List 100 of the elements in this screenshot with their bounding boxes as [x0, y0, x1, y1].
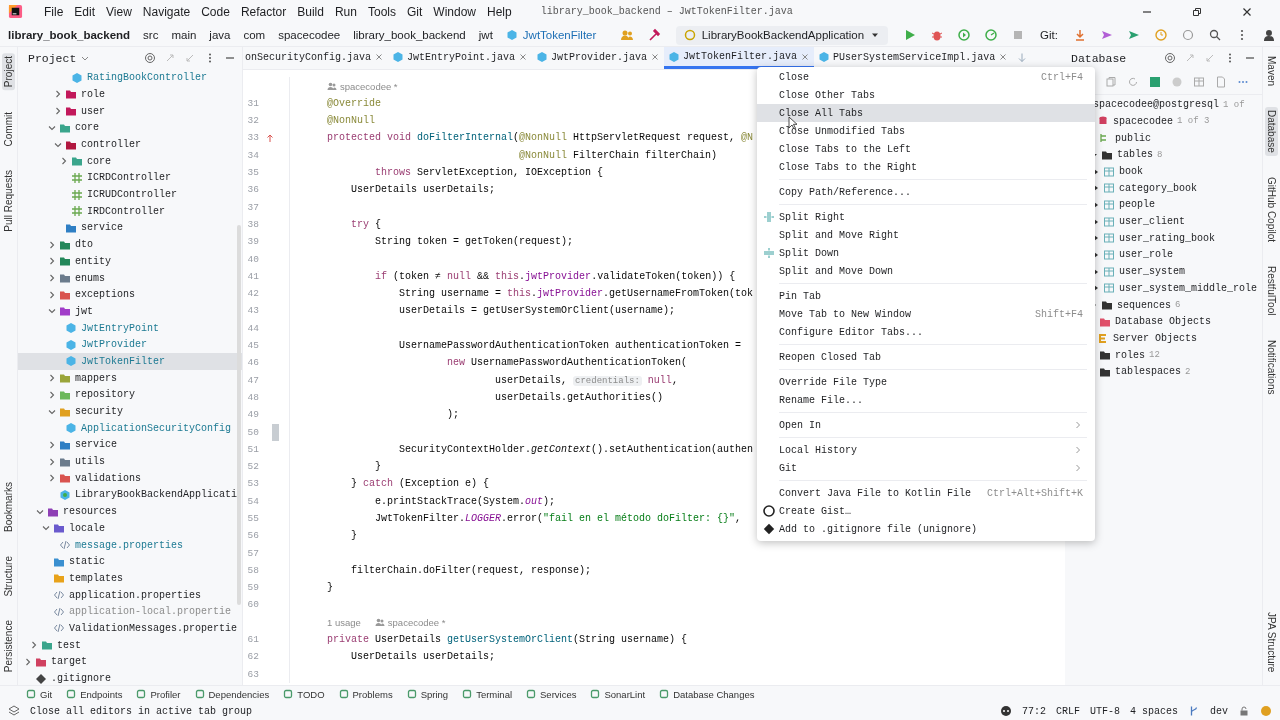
tree-item[interactable]: controller	[18, 136, 242, 153]
tool-window-button[interactable]: Git	[26, 688, 53, 700]
tool-window-button[interactable]: Terminal	[462, 688, 513, 700]
tool-window-tab[interactable]: Database	[1265, 107, 1278, 157]
menu-item[interactable]: Run	[334, 4, 357, 19]
tree-item[interactable]: target	[18, 653, 242, 671]
tree-item[interactable]: application.properties	[18, 586, 242, 604]
menu-item[interactable]: File	[44, 4, 64, 19]
menu-item[interactable]: Edit	[74, 4, 96, 19]
menu-item[interactable]: View	[106, 4, 132, 19]
indent-setting[interactable]: 4 spaces	[1129, 705, 1178, 717]
breadcrumb[interactable]: library_book_backend	[8, 29, 131, 42]
menu-item[interactable]: Tools	[367, 4, 396, 19]
tool-window-tab[interactable]: RestfulTool	[1265, 263, 1278, 319]
breadcrumb[interactable]: jwt	[478, 29, 493, 42]
tree-item[interactable]: utils	[18, 453, 242, 470]
tool-window-tab[interactable]: Project	[2, 53, 15, 91]
editor-tab[interactable]: onSecurityConfig.java	[243, 47, 389, 70]
tree-item[interactable]: resources	[18, 503, 242, 520]
tree-item[interactable]: LibraryBookBackendApplicati	[18, 486, 242, 504]
tab-label[interactable]: onSecurityConfig.java	[245, 51, 372, 63]
tree-item[interactable]: service	[18, 436, 242, 454]
tree-item[interactable]: core	[18, 152, 242, 170]
tree-item[interactable]: ICRUDController	[18, 186, 242, 203]
menu-item[interactable]: Window	[433, 4, 476, 19]
tool-window-tab[interactable]: Persistence	[2, 617, 15, 676]
menu-item[interactable]: Create Gist…	[757, 502, 1095, 520]
tree-item[interactable]: RatingBookController	[18, 69, 242, 87]
tool-window-button[interactable]: Problems	[338, 688, 393, 700]
menu-item[interactable]: Add to .gitignore file (unignore)	[757, 520, 1095, 538]
tree-item[interactable]: mappers	[18, 369, 242, 387]
tree-item[interactable]: security	[18, 403, 242, 420]
tree-item[interactable]: test	[18, 636, 242, 654]
menu-item[interactable]: Close All Tabs	[757, 104, 1095, 122]
tree-item[interactable]: validations	[18, 469, 242, 487]
tool-window-tab[interactable]: JPA Structure	[1265, 609, 1278, 676]
editor-tab[interactable]: PUserSystemServiceImpl.java	[814, 47, 1013, 70]
tree-item[interactable]: templates	[18, 570, 242, 587]
tool-window-tab[interactable]: Commit	[2, 108, 15, 149]
menu-item[interactable]: Open In	[757, 416, 1095, 434]
menu-item[interactable]: Build	[297, 4, 324, 19]
author-hint[interactable]: spacecodee *	[387, 616, 446, 628]
tree-item[interactable]: dto	[18, 236, 242, 253]
tree-item[interactable]: repository	[18, 386, 242, 404]
editor-tab[interactable]: JwtTokenFilter.java	[664, 47, 815, 70]
tree-item[interactable]: entity	[18, 253, 242, 270]
tree-item[interactable]: service	[18, 219, 242, 237]
panel-title[interactable]: Project	[28, 51, 91, 65]
tool-window-button[interactable]: Database Changes	[659, 688, 755, 700]
tool-window-tab[interactable]: Maven	[1265, 53, 1278, 90]
menu-item[interactable]: Convert Java File to Kotlin File Ctrl+Alt+Shift+K	[757, 484, 1095, 502]
tool-window-tab[interactable]: Notifications	[1265, 336, 1278, 398]
tree-item[interactable]: exceptions	[18, 286, 242, 304]
tree-item[interactable]: message.properties	[18, 536, 242, 554]
tool-window-button[interactable]: Services	[526, 688, 577, 700]
tool-window-button[interactable]: Endpoints	[66, 688, 123, 700]
caret-position[interactable]: 77:2	[1021, 705, 1046, 717]
tab-label[interactable]: PUserSystemServiceImpl.java	[833, 51, 996, 63]
author-hint[interactable]: spacecodee *	[340, 80, 398, 92]
menu-item[interactable]: Refactor	[240, 4, 287, 19]
tab-label[interactable]: JwtProvider.java	[551, 51, 648, 63]
breadcrumb[interactable]: library_book_backend	[353, 29, 466, 42]
menu-item[interactable]: Navigate	[142, 4, 191, 19]
menu-item[interactable]: Git	[406, 4, 423, 19]
tool-window-tab[interactable]: Structure	[2, 552, 15, 600]
tool-window-button[interactable]: Spring	[406, 688, 449, 700]
tool-window-button[interactable]: Profiler	[136, 688, 181, 700]
tree-item[interactable]: role	[18, 86, 242, 103]
menu-item[interactable]: Git	[757, 459, 1095, 477]
breadcrumb[interactable]: com	[243, 29, 266, 42]
line-separator[interactable]: CRLF	[1055, 705, 1080, 717]
tree-item[interactable]: JwtTokenFilter	[18, 353, 242, 370]
tree-item[interactable]: static	[18, 553, 242, 571]
tree-item[interactable]: enums	[18, 269, 242, 287]
tree-item[interactable]: .gitignore	[18, 670, 242, 687]
tree-item[interactable]: user	[18, 102, 242, 120]
tree-item[interactable]: JwtProvider	[18, 336, 242, 354]
tab-label[interactable]: JwtTokenFilter.java	[683, 51, 798, 63]
tool-window-button[interactable]: TODO	[283, 688, 325, 700]
run-configuration-selector[interactable]: LibraryBookBackendApplication	[675, 25, 889, 45]
git-branch[interactable]: dev	[1210, 705, 1228, 717]
tree-item[interactable]: ICRDController	[18, 169, 242, 187]
breadcrumb[interactable]: spacecodee	[278, 29, 341, 42]
menu-item[interactable]: Rename File...	[757, 391, 1095, 409]
usage-hint[interactable]: 1 usage	[327, 616, 361, 628]
menu-item[interactable]: Local History	[757, 441, 1095, 459]
tree-item[interactable]: core	[18, 119, 242, 137]
tool-window-button[interactable]: SonarLint	[590, 688, 646, 700]
tree-item[interactable]: JwtEntryPoint	[18, 319, 242, 337]
file-encoding[interactable]: UTF-8	[1089, 705, 1120, 717]
breadcrumb[interactable]: main	[171, 29, 197, 42]
tree-item[interactable]: locale	[18, 520, 242, 537]
breadcrumb[interactable]: src	[143, 29, 159, 42]
tool-window-tab[interactable]: Bookmarks	[2, 478, 15, 535]
tree-item[interactable]: jwt	[18, 303, 242, 320]
tool-window-tab[interactable]: GitHub Copilot	[1265, 174, 1278, 246]
tree-item[interactable]: IRDController	[18, 202, 242, 220]
menu-item[interactable]: Move Tab to New Window Shift+F4	[757, 305, 1095, 323]
tab-label[interactable]: JwtEntryPoint.java	[407, 51, 516, 63]
menu-item[interactable]: Help	[487, 4, 512, 19]
